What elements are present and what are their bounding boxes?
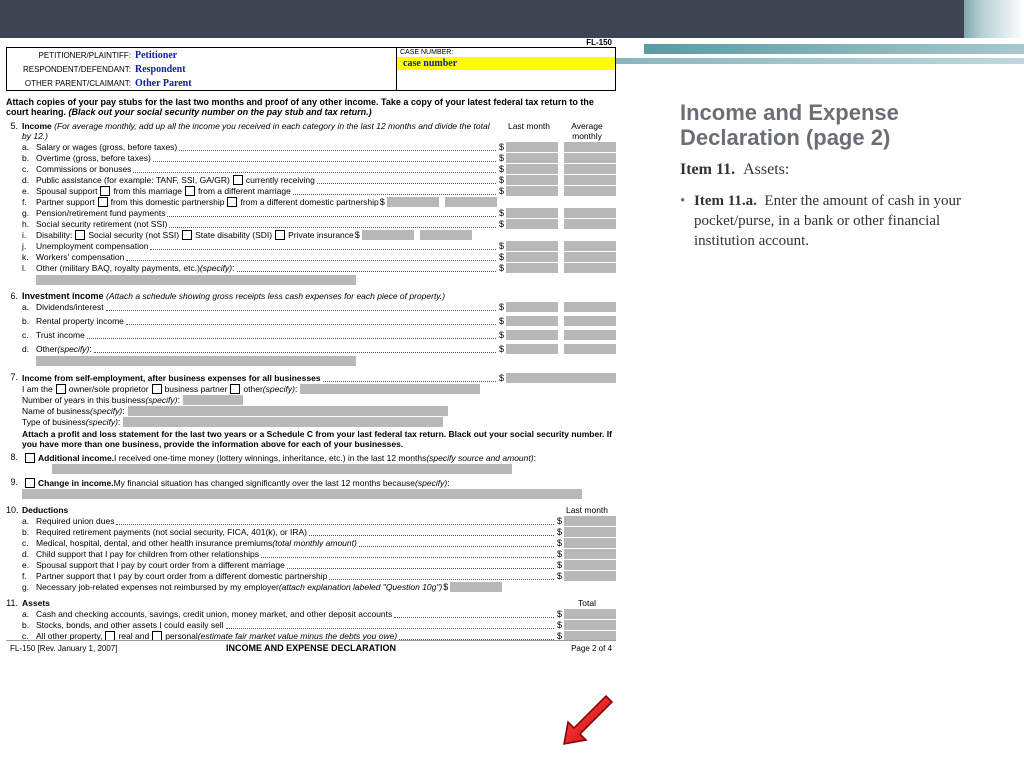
amount-field[interactable]	[564, 344, 616, 354]
amount-field[interactable]	[564, 252, 616, 262]
checkbox[interactable]	[75, 230, 85, 240]
item-8: 8. Additional income. I received one-tim…	[6, 452, 616, 474]
amount-field[interactable]	[506, 153, 558, 163]
item-6: 6. Investment income (Attach a schedule …	[6, 291, 616, 366]
other-value: Other Parent	[135, 78, 192, 89]
text-field[interactable]	[128, 406, 448, 416]
checkbox[interactable]	[275, 230, 285, 240]
amount-field[interactable]	[506, 186, 558, 196]
instruction-title: Income and Expense Declaration (page 2)	[680, 100, 1000, 151]
amount-field[interactable]	[420, 230, 472, 240]
decor-stripe	[544, 58, 1024, 64]
amount-field[interactable]	[445, 197, 497, 207]
text-field[interactable]	[183, 395, 243, 405]
checkbox[interactable]	[98, 197, 108, 207]
amount-field[interactable]	[564, 538, 616, 548]
amount-field[interactable]	[564, 516, 616, 526]
amount-field[interactable]	[506, 252, 558, 262]
form-page: FL-150 PETITIONER/PLAINTIFF:Petitioner R…	[6, 38, 616, 655]
amount-field[interactable]	[564, 560, 616, 570]
amount-field[interactable]	[362, 230, 414, 240]
amount-field[interactable]	[506, 208, 558, 218]
amount-field[interactable]	[506, 373, 616, 383]
amount-field[interactable]	[506, 241, 558, 251]
amount-field[interactable]	[564, 549, 616, 559]
respondent-value: Respondent	[135, 64, 186, 75]
arrow-icon	[558, 690, 618, 750]
amount-field[interactable]	[506, 142, 558, 152]
amount-field[interactable]	[564, 142, 616, 152]
amount-field[interactable]	[506, 175, 558, 185]
amount-field[interactable]	[564, 330, 616, 340]
item-11: 11. AssetsTotal a.Cash and checking acco…	[6, 598, 616, 641]
instruction-bullet: Item 11.a. Enter the amount of cash in y…	[680, 191, 1000, 252]
amount-field[interactable]	[506, 330, 558, 340]
checkbox[interactable]	[100, 186, 110, 196]
case-number: case number	[397, 57, 615, 70]
checkbox[interactable]	[230, 384, 240, 394]
item-10: 10. DeductionsLast month a.Required unio…	[6, 505, 616, 592]
decor-stripe	[644, 44, 1024, 54]
item-5: 5. Income (For average monthly, add up a…	[6, 121, 616, 285]
amount-field[interactable]	[506, 219, 558, 229]
amount-field[interactable]	[564, 316, 616, 326]
text-field[interactable]	[52, 464, 512, 474]
top-bar	[0, 0, 1024, 38]
amount-field[interactable]	[564, 571, 616, 581]
text-field[interactable]	[36, 356, 356, 366]
checkbox[interactable]	[25, 478, 35, 488]
item-9: 9. Change in income. My financial situat…	[6, 477, 616, 499]
amount-field[interactable]	[506, 316, 558, 326]
amount-field[interactable]	[564, 219, 616, 229]
amount-field[interactable]	[564, 241, 616, 251]
amount-field[interactable]	[387, 197, 439, 207]
other-label: OTHER PARENT/CLAIMANT:	[7, 79, 135, 88]
checkbox[interactable]	[185, 186, 195, 196]
checkbox[interactable]	[25, 453, 35, 463]
checkbox[interactable]	[233, 175, 243, 185]
amount-field[interactable]	[450, 582, 502, 592]
amount-field[interactable]	[506, 344, 558, 354]
case-label: CASE NUMBER:	[397, 48, 615, 57]
amount-field[interactable]	[564, 186, 616, 196]
amount-field[interactable]	[564, 620, 616, 630]
amount-field[interactable]	[564, 208, 616, 218]
checkbox[interactable]	[56, 384, 66, 394]
amount-field[interactable]	[564, 609, 616, 619]
respondent-label: RESPONDENT/DEFENDANT:	[7, 65, 135, 74]
amount-field[interactable]	[564, 164, 616, 174]
checkbox[interactable]	[182, 230, 192, 240]
amount-field[interactable]	[506, 164, 558, 174]
amount-field[interactable]	[564, 153, 616, 163]
checkbox[interactable]	[152, 384, 162, 394]
amount-field[interactable]	[564, 175, 616, 185]
attach-note: Attach copies of your pay stubs for the …	[6, 97, 616, 117]
petitioner-value: Petitioner	[135, 50, 177, 61]
petitioner-label: PETITIONER/PLAINTIFF:	[7, 51, 135, 60]
text-field[interactable]	[22, 489, 582, 499]
amount-field[interactable]	[506, 302, 558, 312]
text-field[interactable]	[300, 384, 480, 394]
text-field[interactable]	[36, 275, 356, 285]
checkbox[interactable]	[227, 197, 237, 207]
instruction-panel: Income and Expense Declaration (page 2) …	[680, 100, 1000, 251]
form-code: FL-150	[6, 38, 616, 47]
amount-field[interactable]	[564, 527, 616, 537]
form-footer: FL-150 [Rev. January 1, 2007] INCOME AND…	[6, 640, 616, 655]
text-field[interactable]	[123, 417, 443, 427]
amount-field[interactable]	[564, 263, 616, 273]
item-7: 7. Income from self-employment, after bu…	[6, 372, 616, 449]
case-header: PETITIONER/PLAINTIFF:Petitioner RESPONDE…	[6, 47, 616, 91]
amount-field[interactable]	[506, 263, 558, 273]
amount-field[interactable]	[564, 302, 616, 312]
